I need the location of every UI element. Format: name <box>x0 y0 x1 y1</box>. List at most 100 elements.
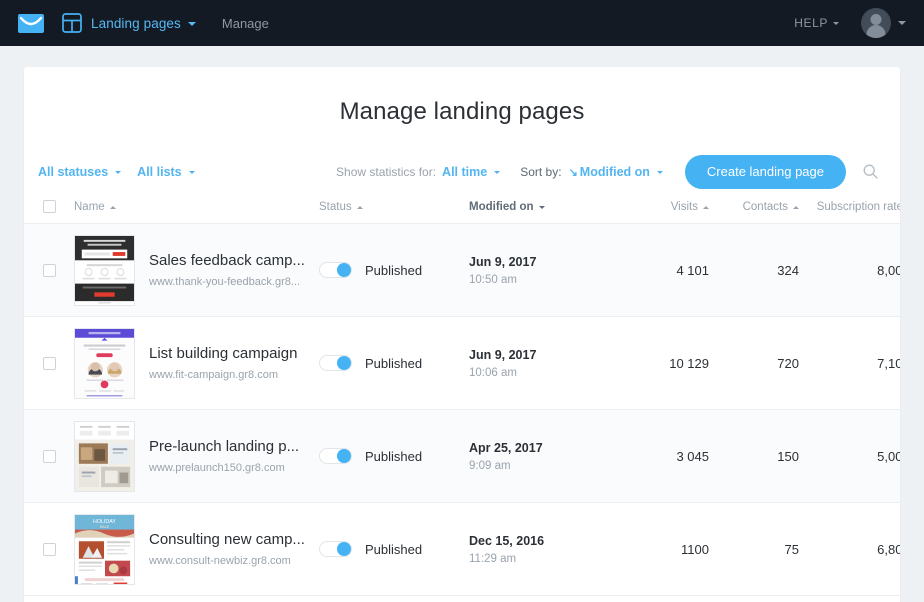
search-icon[interactable] <box>863 164 878 179</box>
chevron-down-icon <box>898 21 906 25</box>
column-header-modified-on[interactable]: Modified on <box>469 201 619 213</box>
row-contacts: 720 <box>777 355 799 371</box>
statistics-period-dropdown[interactable]: All time <box>442 164 501 179</box>
table-row[interactable]: Pre-launch landing p... www.prelaunch150… <box>24 410 900 503</box>
modified-date: Dec 15, 2016 <box>469 533 545 548</box>
svg-text:SALE: SALE <box>100 524 110 529</box>
row-checkbox[interactable] <box>42 263 56 277</box>
filter-toolbar: All statuses All lists Show statistics f… <box>24 126 900 190</box>
row-subscription-rate: 8,00% <box>877 262 900 278</box>
page-thumbnail[interactable] <box>74 420 135 492</box>
filter-all-statuses-label: All statuses <box>38 164 109 179</box>
toggle-knob <box>337 542 351 556</box>
sort-direction-icon: ↘ <box>568 166 578 179</box>
toggle-knob <box>337 449 351 463</box>
row-modified-cell: Dec 15, 2016 11:29 am <box>469 534 619 565</box>
row-status-cell: Published <box>319 541 469 557</box>
app-name-label: Landing pages <box>91 15 181 31</box>
page-url[interactable]: www.prelaunch150.gr8.com <box>149 462 299 474</box>
row-visits: 4 101 <box>676 262 709 278</box>
page-title-link[interactable]: List building campaign <box>149 345 297 364</box>
row-name-cell: Sales feedback camp... www.thank-you-fee… <box>74 234 319 306</box>
column-header-subscription-rate[interactable]: Subscription rate <box>799 201 900 213</box>
table-row[interactable]: HOLIDAY SALE Consulting new camp... www.… <box>24 503 900 596</box>
column-header-modified-on-label: Modified on <box>469 200 534 213</box>
row-name-cell: Pre-launch landing p... www.prelaunch150… <box>74 420 319 492</box>
filter-all-lists-label: All lists <box>137 164 182 179</box>
sort-by-dropdown[interactable]: ↘ Modified on <box>569 165 663 179</box>
avatar <box>861 8 891 38</box>
modified-time: 9:09 am <box>469 459 511 472</box>
create-landing-page-button[interactable]: Create landing page <box>684 154 846 189</box>
select-all-cell <box>24 200 74 213</box>
column-header-visits[interactable]: Visits <box>619 201 709 213</box>
row-subscription-rate: 7,10% <box>877 355 900 371</box>
filter-all-statuses[interactable]: All statuses <box>38 164 122 179</box>
page-thumbnail[interactable]: HOLIDAY SALE <box>74 513 135 585</box>
sort-caret-icon <box>356 205 363 209</box>
status-toggle[interactable] <box>319 355 352 371</box>
row-contacts: 75 <box>784 541 799 557</box>
help-menu[interactable]: HELP <box>794 16 839 30</box>
top-navigation-bar: Landing pages Manage HELP <box>0 0 924 46</box>
nav-item-manage[interactable]: Manage <box>222 16 269 31</box>
row-select-cell <box>24 542 74 556</box>
column-header-name[interactable]: Name <box>74 201 319 213</box>
sort-caret-icon <box>538 205 545 209</box>
row-contacts: 150 <box>777 448 799 464</box>
row-select-cell <box>24 263 74 277</box>
status-label: Published <box>365 355 423 371</box>
status-toggle[interactable] <box>319 448 352 464</box>
row-modified-cell: Jun 9, 2017 10:06 am <box>469 348 619 379</box>
row-checkbox[interactable] <box>42 542 56 556</box>
chevron-down-icon <box>833 22 839 25</box>
page-title-link[interactable]: Pre-launch landing p... <box>149 438 299 457</box>
status-label: Published <box>365 262 423 278</box>
table-row[interactable]: Sales feedback camp... www.thank-you-fee… <box>24 224 900 317</box>
row-visits: 3 045 <box>676 448 709 464</box>
statistics-period-value: All time <box>442 164 488 179</box>
status-label: Published <box>365 541 423 557</box>
toggle-knob <box>337 356 351 370</box>
chevron-down-icon <box>656 170 663 174</box>
row-visits: 1100 <box>681 541 709 557</box>
page-title-link[interactable]: Sales feedback camp... <box>149 252 305 271</box>
nav-left-group: Landing pages Manage <box>18 13 269 33</box>
row-checkbox[interactable] <box>42 356 56 370</box>
row-modified-cell: Apr 25, 2017 9:09 am <box>469 441 619 472</box>
modified-time: 11:29 am <box>469 552 517 565</box>
page-thumbnail[interactable] <box>74 327 135 399</box>
row-checkbox[interactable] <box>42 449 56 463</box>
sort-by-label: Sort by: <box>520 164 562 179</box>
row-subscription-rate: 6,80% <box>877 541 900 557</box>
chevron-down-icon <box>187 21 196 26</box>
page-title-link[interactable]: Consulting new camp... <box>149 531 305 550</box>
table-row[interactable]: List building campaign www.fit-campaign.… <box>24 317 900 410</box>
page-thumbnail[interactable] <box>74 234 135 306</box>
toggle-knob <box>337 263 351 277</box>
column-header-name-label: Name <box>74 200 105 213</box>
modified-time: 10:06 am <box>469 366 517 379</box>
column-header-status-label: Status <box>319 200 352 213</box>
app-name-dropdown[interactable]: Landing pages <box>91 16 196 31</box>
status-toggle[interactable] <box>319 262 352 278</box>
row-select-cell <box>24 449 74 463</box>
column-header-contacts[interactable]: Contacts <box>709 201 799 213</box>
select-all-checkbox[interactable] <box>42 200 56 213</box>
account-menu[interactable] <box>861 8 906 38</box>
filter-all-lists[interactable]: All lists <box>137 164 195 179</box>
nav-right-group: HELP <box>794 8 906 38</box>
status-toggle[interactable] <box>319 541 352 557</box>
page-url[interactable]: www.fit-campaign.gr8.com <box>149 369 297 381</box>
row-visits: 10 129 <box>669 355 709 371</box>
chevron-down-icon <box>115 170 122 174</box>
column-header-status[interactable]: Status <box>319 201 469 213</box>
layout-icon[interactable] <box>62 13 82 33</box>
row-status-cell: Published <box>319 262 469 278</box>
row-modified-cell: Jun 9, 2017 10:50 am <box>469 255 619 286</box>
envelope-icon[interactable] <box>18 13 44 33</box>
page-url[interactable]: www.consult-newbiz.gr8.com <box>149 555 305 567</box>
page-name-group: Sales feedback camp... www.thank-you-fee… <box>149 252 305 289</box>
page-url[interactable]: www.thank-you-feedback.gr8... <box>149 276 305 288</box>
row-contacts: 324 <box>777 262 799 278</box>
